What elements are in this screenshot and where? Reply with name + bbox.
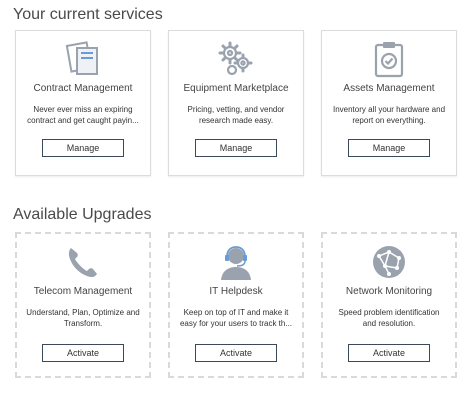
documents-icon xyxy=(65,41,98,75)
available-upgrades-heading: Available Upgrades xyxy=(13,206,152,223)
card-description: Never ever miss an expiring contract and… xyxy=(27,105,139,125)
activate-telecom-management-button[interactable]: Activate xyxy=(42,344,124,362)
card-description: Inventory all your hardware and report o… xyxy=(332,105,446,125)
manage-assets-management-button[interactable]: Manage xyxy=(348,139,430,157)
upgrade-card-network-monitoring: Network Monitoring Speed problem identif… xyxy=(321,232,457,378)
service-card-contract-management: Contract Management Never ever miss an e… xyxy=(15,30,151,176)
headset-agent-icon xyxy=(221,246,251,280)
activate-network-monitoring-button[interactable]: Activate xyxy=(348,344,430,362)
card-description: Speed problem identification and resolut… xyxy=(338,308,440,328)
phone-handset-icon xyxy=(68,248,97,278)
card-title: Contract Management xyxy=(33,83,133,94)
card-title: Telecom Management xyxy=(33,286,133,297)
card-title: Equipment Marketplace xyxy=(183,83,289,94)
manage-equipment-marketplace-button[interactable]: Manage xyxy=(195,139,277,157)
gears-icon xyxy=(218,41,253,76)
upgrade-card-it-helpdesk: IT Helpdesk Keep on top of IT and make i… xyxy=(168,232,304,378)
card-title: Assets Management xyxy=(343,83,435,94)
manage-contract-management-button[interactable]: Manage xyxy=(42,139,124,157)
upgrade-card-telecom-management: Telecom Management Understand, Plan, Opt… xyxy=(15,232,151,378)
card-title: Network Monitoring xyxy=(345,286,433,297)
card-description: Keep on top of IT and make it easy for y… xyxy=(179,308,293,328)
card-description: Understand, Plan, Optimize and Transform… xyxy=(26,308,140,328)
network-globe-icon xyxy=(373,246,405,278)
activate-it-helpdesk-button[interactable]: Activate xyxy=(195,344,277,362)
service-card-assets-management: Assets Management Inventory all your har… xyxy=(321,30,457,176)
card-description: Pricing, vetting, and vendor research ma… xyxy=(187,105,285,125)
card-title: IT Helpdesk xyxy=(209,286,263,297)
service-card-equipment-marketplace: Equipment Marketplace Pricing, vetting, … xyxy=(168,30,304,176)
current-services-heading: Your current services xyxy=(13,6,163,23)
clipboard-check-icon xyxy=(374,42,404,78)
